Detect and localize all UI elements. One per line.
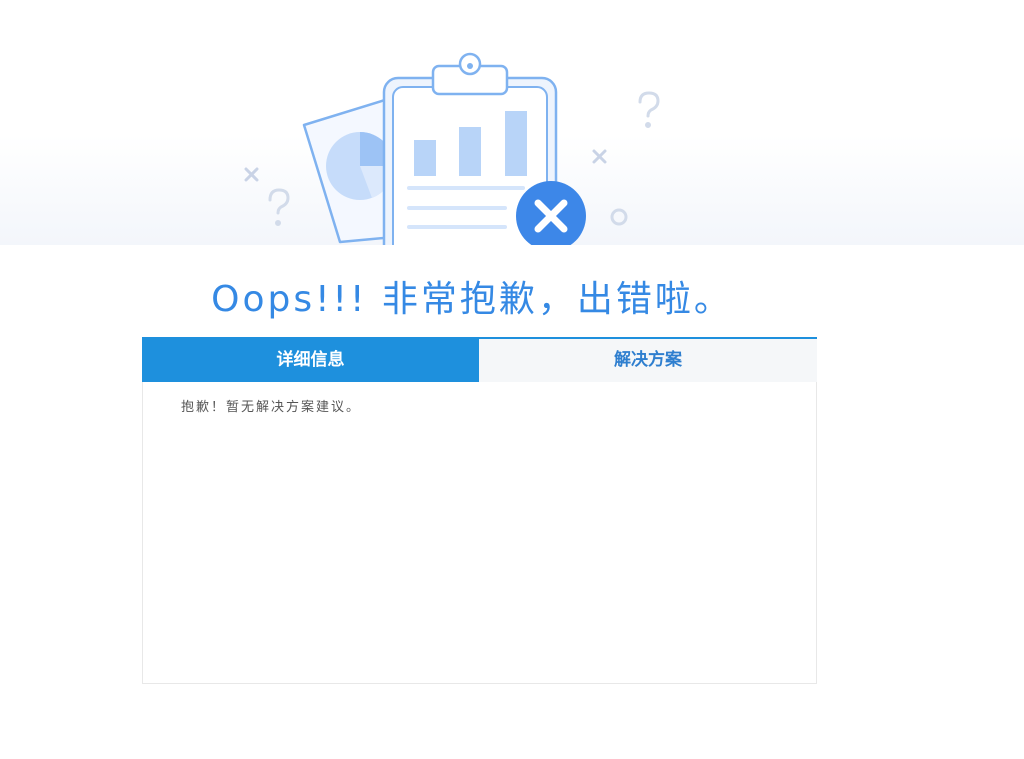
tab-details[interactable]: 详细信息 <box>142 339 479 382</box>
error-illustration <box>0 0 1024 245</box>
cross-mark-icon <box>592 149 607 164</box>
error-page: Oops!!! 非常抱歉，出错啦。 详细信息 解决方案 抱歉！暂无解决方案建议。 <box>0 0 1024 759</box>
tab-solution[interactable]: 解决方案 <box>479 339 817 382</box>
question-mark-icon <box>268 188 290 226</box>
cross-mark-icon <box>244 167 259 182</box>
solution-message: 抱歉！暂无解决方案建议。 <box>181 400 362 415</box>
info-panel: 详细信息 解决方案 抱歉！暂无解决方案建议。 <box>142 337 817 684</box>
tab-bar: 详细信息 解决方案 <box>142 337 817 382</box>
error-title: Oops!!! 非常抱歉，出错啦。 <box>211 279 733 320</box>
tab-content: 抱歉！暂无解决方案建议。 <box>142 382 817 684</box>
question-mark-icon <box>638 91 660 128</box>
